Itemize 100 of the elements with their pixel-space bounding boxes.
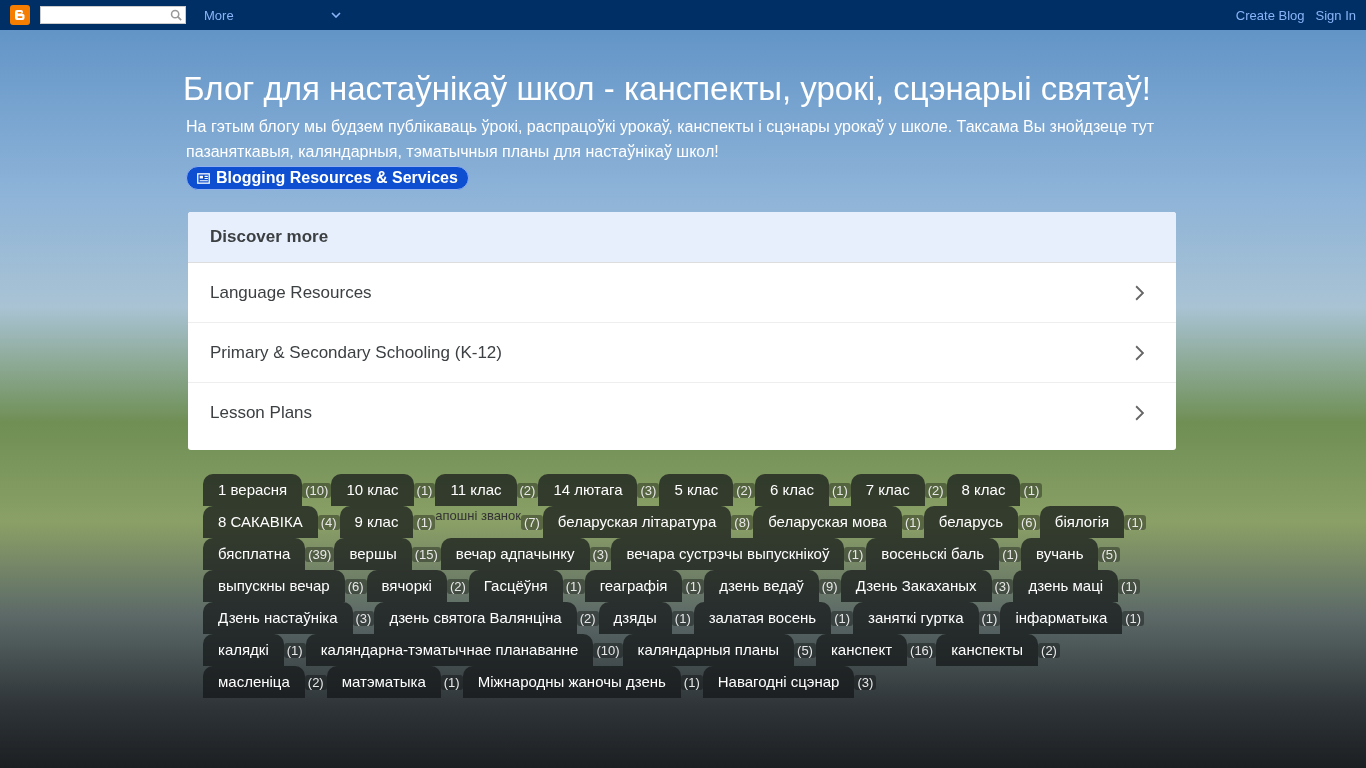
label-tag[interactable]: вечара сустрэчы выпускнікоў bbox=[611, 538, 845, 570]
label-tag[interactable]: дзень ведаў bbox=[704, 570, 819, 602]
label-tag[interactable]: беларуская мова bbox=[753, 506, 902, 538]
label-tag[interactable]: матэматыка bbox=[326, 666, 441, 698]
label-tag[interactable]: каляндарна-тэматычнае планаванне bbox=[305, 634, 594, 666]
tag-count: (1) bbox=[978, 610, 1001, 626]
label-tag[interactable]: заняткі гуртка bbox=[853, 602, 979, 634]
label-tag[interactable]: 10 клас bbox=[331, 474, 414, 506]
label-tag[interactable]: 6 клас bbox=[755, 474, 829, 506]
tag-count: (3) bbox=[637, 482, 660, 498]
nav-link[interactable]: Sign In bbox=[1315, 7, 1356, 23]
discover-item[interactable]: Lesson Plans bbox=[188, 383, 1176, 442]
tag-count: (2) bbox=[516, 482, 539, 498]
chevron-right-icon bbox=[1135, 404, 1144, 421]
newspaper-icon bbox=[197, 172, 210, 184]
tag-count: (1) bbox=[828, 482, 851, 498]
tag-count: (39) bbox=[305, 546, 335, 562]
label-tag[interactable]: 1 верасня bbox=[203, 474, 303, 506]
discover-title: Discover more bbox=[188, 212, 1176, 263]
tag-count: (15) bbox=[411, 546, 441, 562]
tag-count: (2) bbox=[1038, 642, 1060, 658]
tag-count: (2) bbox=[304, 674, 327, 690]
label-tag[interactable]: Дзень Закаханых bbox=[840, 570, 992, 602]
label-tag[interactable]: дзень маці bbox=[1013, 570, 1119, 602]
label-tag[interactable]: каляндарныя планы bbox=[622, 634, 795, 666]
label-tag[interactable]: 9 клас bbox=[339, 506, 414, 538]
tag-count: (1) bbox=[1118, 578, 1140, 594]
tag-count: (1) bbox=[440, 674, 463, 690]
discover-item[interactable]: Language Resources bbox=[188, 263, 1176, 323]
tag-count: (6) bbox=[344, 578, 367, 594]
search-icon[interactable] bbox=[170, 9, 182, 21]
tag-count: (1) bbox=[1124, 514, 1146, 530]
label-tag[interactable]: біялогія bbox=[1039, 506, 1125, 538]
tag-count: (2) bbox=[733, 482, 756, 498]
tag-count: (1) bbox=[1122, 610, 1145, 626]
label-tag[interactable]: выпускны вечар bbox=[203, 570, 345, 602]
chevron-down-icon[interactable] bbox=[330, 12, 341, 18]
label-tag[interactable]: канспекты bbox=[936, 634, 1039, 666]
tag-count: (1) bbox=[671, 610, 694, 626]
label-tag[interactable]: Дзень настаўніка bbox=[203, 602, 353, 634]
blogger-logo-icon[interactable] bbox=[10, 5, 30, 25]
label-tag[interactable]: Міжнародны жаночы дзень bbox=[462, 666, 681, 698]
ad-button[interactable]: Blogging Resources & Services bbox=[186, 166, 469, 190]
label-tag[interactable]: восеньскі баль bbox=[866, 538, 1000, 570]
tag-count: (5) bbox=[1098, 546, 1121, 562]
tag-count: (1) bbox=[682, 578, 705, 594]
label-tag[interactable]: геаграфія bbox=[584, 570, 683, 602]
tag-count: (7) bbox=[520, 514, 543, 530]
label-tag[interactable]: вершы bbox=[334, 538, 412, 570]
tag-count: (3) bbox=[589, 546, 612, 562]
label-tag[interactable]: 14 лютага bbox=[538, 474, 638, 506]
tag-count: (6) bbox=[1017, 514, 1040, 530]
tag-count: (5) bbox=[794, 642, 816, 658]
label-tag[interactable]: канспект bbox=[815, 634, 908, 666]
tag-count: (1) bbox=[901, 514, 924, 530]
label-tag[interactable]: вечар адпачынку bbox=[440, 538, 590, 570]
label-tag[interactable]: беларуская літаратура bbox=[542, 506, 732, 538]
tag-count: (3) bbox=[991, 578, 1014, 594]
tag-count: (3) bbox=[854, 674, 877, 690]
tag-count: (1) bbox=[283, 642, 306, 658]
tag-count: (3) bbox=[352, 610, 375, 626]
label-tag[interactable]: інфарматыка bbox=[1000, 602, 1123, 634]
label-tag[interactable]: вучань bbox=[1021, 538, 1099, 570]
tag-count: (4) bbox=[317, 514, 340, 530]
label-tag[interactable]: масленіца bbox=[203, 666, 305, 698]
label-tag[interactable]: дзяды bbox=[598, 602, 672, 634]
tag-count: (2) bbox=[924, 482, 947, 498]
tag-count: (9) bbox=[818, 578, 841, 594]
label-tag[interactable]: Гасцёўня bbox=[468, 570, 563, 602]
search-field[interactable] bbox=[40, 6, 186, 24]
label-link[interactable]: апошні званок bbox=[435, 508, 521, 523]
label-tag[interactable]: вячоркі bbox=[366, 570, 447, 602]
tag-count: (2) bbox=[446, 578, 469, 594]
label-tag[interactable]: 8 клас bbox=[946, 474, 1021, 506]
nav-link[interactable]: Create Blog bbox=[1235, 7, 1305, 23]
label-tag[interactable]: 11 клас bbox=[435, 474, 517, 506]
label-tag[interactable]: Навагодні сцэнар bbox=[702, 666, 855, 698]
label-tag[interactable]: залатая восень bbox=[693, 602, 832, 634]
tag-count: (16) bbox=[907, 642, 937, 658]
label-tag[interactable]: калядкі bbox=[203, 634, 284, 666]
tag-count: (1) bbox=[999, 546, 1022, 562]
tag-count: (1) bbox=[680, 674, 703, 690]
tag-count: (1) bbox=[844, 546, 867, 562]
label-tag[interactable]: 5 клас bbox=[659, 474, 734, 506]
tag-count: (1) bbox=[562, 578, 585, 594]
tag-count: (10) bbox=[302, 482, 332, 498]
label-tag[interactable]: беларусь bbox=[923, 506, 1018, 538]
tag-count: (2) bbox=[576, 610, 599, 626]
label-tag[interactable]: бясплатна bbox=[203, 538, 306, 570]
tag-count: (8) bbox=[731, 514, 754, 530]
label-tag[interactable]: 7 клас bbox=[850, 474, 925, 506]
label-tag[interactable]: дзень святога Валянціна bbox=[374, 602, 577, 634]
label-tag[interactable]: 8 САКАВІКА bbox=[203, 506, 318, 538]
discover-item[interactable]: Primary & Secondary Schooling (K-12) bbox=[188, 323, 1176, 383]
chevron-right-icon bbox=[1135, 284, 1144, 301]
tag-count: (1) bbox=[413, 482, 436, 498]
chevron-right-icon bbox=[1135, 344, 1144, 361]
tag-count: (1) bbox=[413, 514, 436, 530]
tag-count: (1) bbox=[831, 610, 853, 626]
more-menu[interactable]: More bbox=[204, 7, 234, 23]
